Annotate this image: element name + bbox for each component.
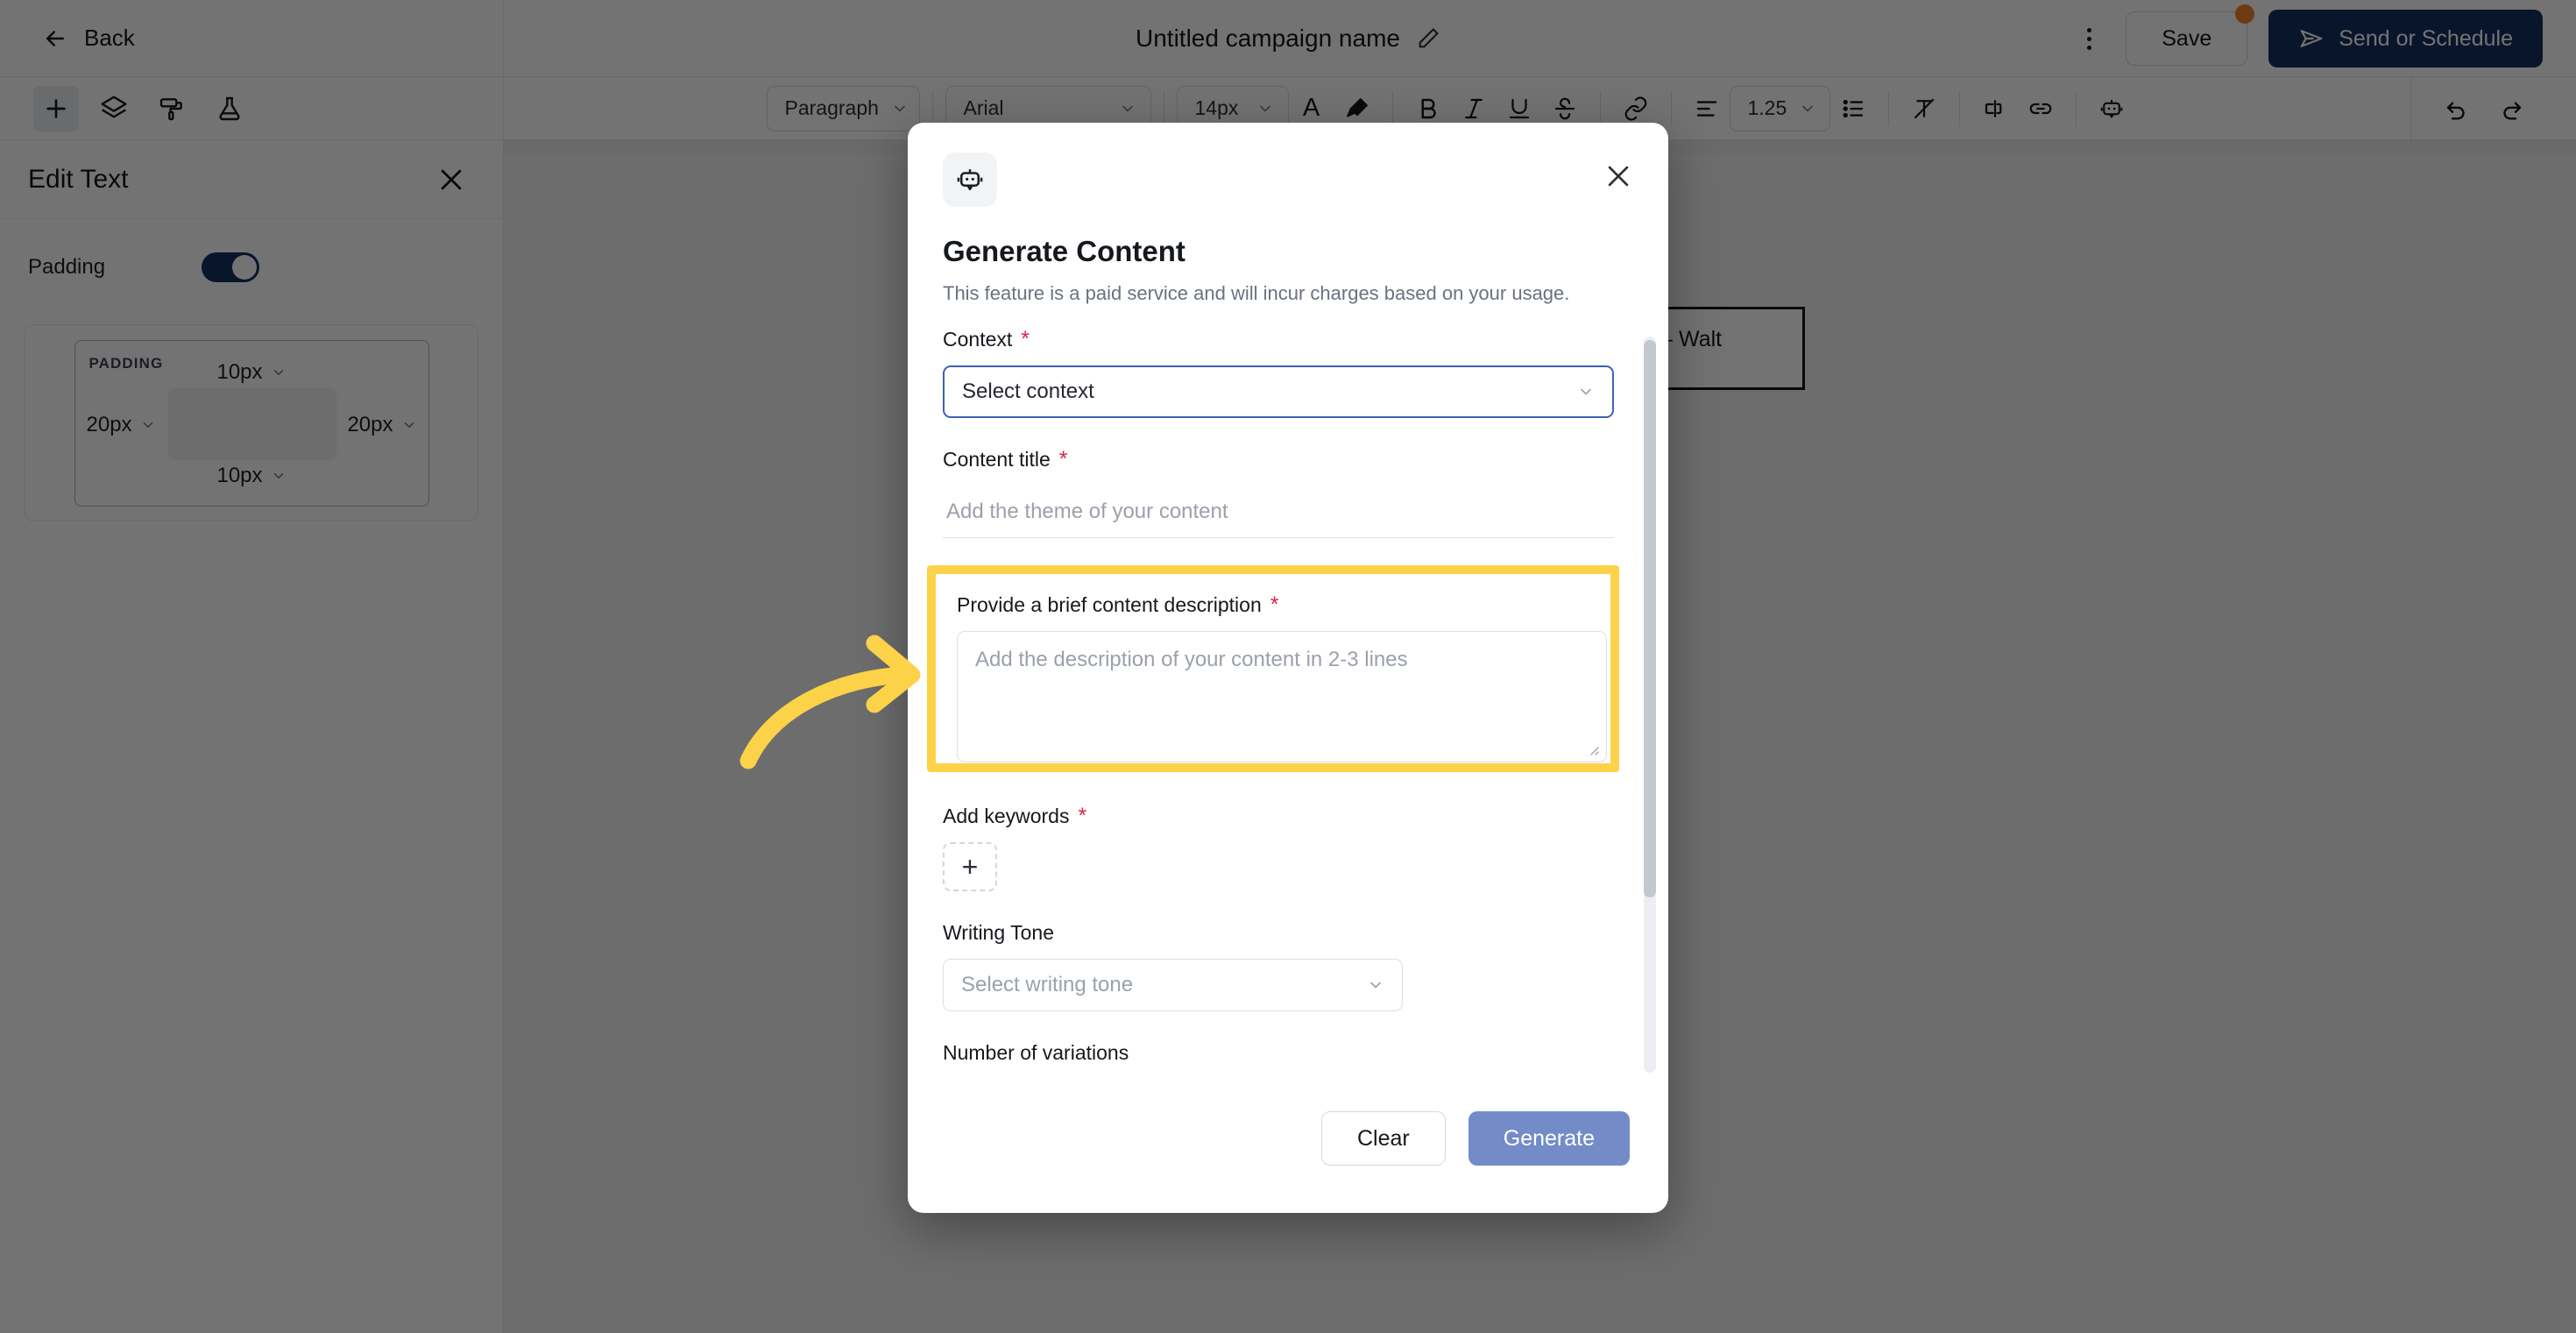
variations-label: Number of variations <box>943 1041 1633 1065</box>
field-keywords: Add keywords * + <box>943 805 1633 891</box>
field-writing-tone: Writing Tone Select writing tone <box>943 921 1633 1011</box>
field-content-title: Content title * Add the theme of your co… <box>943 448 1633 538</box>
context-value: Select context <box>962 379 1094 403</box>
description-placeholder: Add the description of your content in 2… <box>975 648 1408 671</box>
keywords-label: Add keywords * <box>943 805 1633 828</box>
modal-footer: Clear Generate <box>908 1081 1668 1213</box>
app-root: Back Untitled campaign name Save Send or… <box>0 0 2576 1333</box>
required-marker: * <box>1270 592 1279 617</box>
modal-header: Generate Content This feature is a paid … <box>908 123 1668 305</box>
description-label-text: Provide a brief content description <box>957 593 1262 616</box>
content-title-label: Content title * <box>943 448 1633 472</box>
required-marker: * <box>1021 328 1030 351</box>
field-variations: Number of variations <box>943 1041 1633 1081</box>
variations-input[interactable] <box>943 1079 1614 1081</box>
add-keyword-button[interactable]: + <box>943 842 997 891</box>
content-title-placeholder: Add the theme of your content <box>946 499 1228 523</box>
content-title-label-text: Content title <box>943 448 1051 471</box>
field-context: Context * Select context <box>943 328 1633 418</box>
writing-tone-label-text: Writing Tone <box>943 921 1054 944</box>
variations-label-text: Number of variations <box>943 1041 1129 1064</box>
keywords-label-text: Add keywords <box>943 805 1070 827</box>
generate-button[interactable]: Generate <box>1468 1111 1630 1166</box>
required-marker: * <box>1058 447 1068 472</box>
resize-handle-icon[interactable] <box>1586 742 1600 756</box>
required-marker: * <box>1078 804 1087 828</box>
chevron-down-icon <box>1581 388 1591 395</box>
content-title-input[interactable]: Add the theme of your content <box>943 486 1614 538</box>
highlighted-description-field: Provide a brief content description * Ad… <box>927 565 1619 772</box>
modal-title: Generate Content <box>943 235 1185 267</box>
description-textarea[interactable]: Add the description of your content in 2… <box>957 631 1607 762</box>
generate-label: Generate <box>1503 1125 1595 1151</box>
modal-subtitle: This feature is a paid service and will … <box>943 282 1570 304</box>
clear-button[interactable]: Clear <box>1321 1111 1446 1166</box>
writing-tone-label: Writing Tone <box>943 921 1633 945</box>
context-label: Context * <box>943 328 1633 351</box>
close-icon[interactable] <box>1603 161 1633 191</box>
clear-label: Clear <box>1357 1125 1410 1151</box>
plus-icon: + <box>961 850 979 883</box>
context-label-text: Context <box>943 328 1013 351</box>
modal-scrollbar-thumb[interactable] <box>1644 340 1656 897</box>
writing-tone-select[interactable]: Select writing tone <box>943 959 1403 1011</box>
writing-tone-value: Select writing tone <box>961 973 1134 996</box>
chevron-down-icon <box>1370 982 1381 989</box>
description-label: Provide a brief content description * <box>957 593 1589 617</box>
ai-robot-icon <box>957 169 983 191</box>
context-select[interactable]: Select context <box>943 365 1614 418</box>
curved-arrow-right-icon <box>740 635 921 769</box>
modal-icon-badge <box>943 152 997 207</box>
